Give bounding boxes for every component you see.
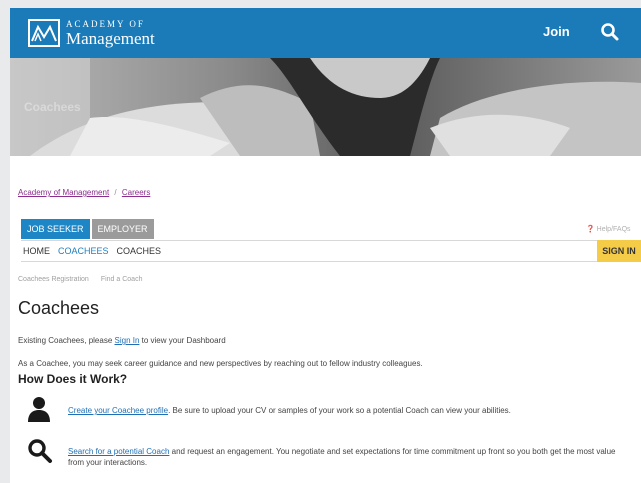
secondary-nav: Coachees Registration Find a Coach <box>18 276 154 283</box>
tab-employer[interactable]: EMPLOYER <box>91 219 154 239</box>
existing-coachees-text: Existing Coachees, please Sign In to vie… <box>18 336 226 345</box>
page: ACADEMY OF Management Join Coachees Acad… <box>10 8 641 483</box>
help-icon: ❓ <box>586 226 595 233</box>
logo-text-small: ACADEMY OF <box>66 18 145 29</box>
page-title: Coachees <box>18 298 100 318</box>
step-search-coach: Search for a potential Coach and request… <box>68 446 628 468</box>
search-icon <box>27 438 53 469</box>
breadcrumb-separator: / <box>114 188 117 197</box>
top-bar: ACADEMY OF Management Join <box>10 8 641 58</box>
nav-coachees-registration[interactable]: Coachees Registration <box>18 276 89 283</box>
join-link[interactable]: Join <box>543 24 570 39</box>
breadcrumb-link-careers[interactable]: Careers <box>122 188 150 197</box>
sub-navigation: HOME COACHEES COACHES SIGN IN <box>21 240 641 262</box>
hero-image <box>10 58 641 156</box>
create-profile-link[interactable]: Create your Coachee profile <box>68 406 168 415</box>
existing-suffix: to view your Dashboard <box>139 336 226 345</box>
breadcrumb-link-academy[interactable]: Academy of Management <box>18 188 109 197</box>
hero-banner: Coachees <box>10 58 641 156</box>
step-create-profile-text: . Be sure to upload your CV or samples o… <box>168 406 511 415</box>
logo[interactable]: ACADEMY OF Management <box>28 19 155 47</box>
search-coach-link[interactable]: Search for a potential Coach <box>68 447 169 456</box>
step-create-profile: Create your Coachee profile. Be sure to … <box>68 405 628 416</box>
logo-text: ACADEMY OF Management <box>66 18 155 48</box>
intro-text: As a Coachee, you may seek career guidan… <box>18 359 423 368</box>
breadcrumb: Academy of Management / Careers <box>18 188 150 197</box>
nav-find-a-coach[interactable]: Find a Coach <box>101 276 143 283</box>
tab-job-seeker[interactable]: JOB SEEKER <box>21 219 90 239</box>
nav-coaches[interactable]: COACHES <box>117 246 162 256</box>
logo-text-big: Management <box>66 28 155 48</box>
search-icon[interactable] <box>600 22 620 42</box>
subnav-items: HOME COACHEES COACHES <box>23 246 169 256</box>
help-link[interactable]: ❓ Help/FAQs <box>586 225 631 233</box>
nav-home[interactable]: HOME <box>23 246 50 256</box>
role-tabs: JOB SEEKER EMPLOYER <box>21 219 154 239</box>
person-icon <box>27 396 51 427</box>
existing-prefix: Existing Coachees, please <box>18 336 115 345</box>
hero-label: Coachees <box>24 100 81 114</box>
help-link-label: Help/FAQs <box>596 226 631 233</box>
logo-mark-icon <box>28 19 60 47</box>
how-it-works-heading: How Does it Work? <box>18 372 128 386</box>
nav-coachees[interactable]: COACHEES <box>58 246 109 256</box>
sign-in-button[interactable]: SIGN IN <box>597 240 641 262</box>
sign-in-link[interactable]: Sign In <box>115 336 140 345</box>
